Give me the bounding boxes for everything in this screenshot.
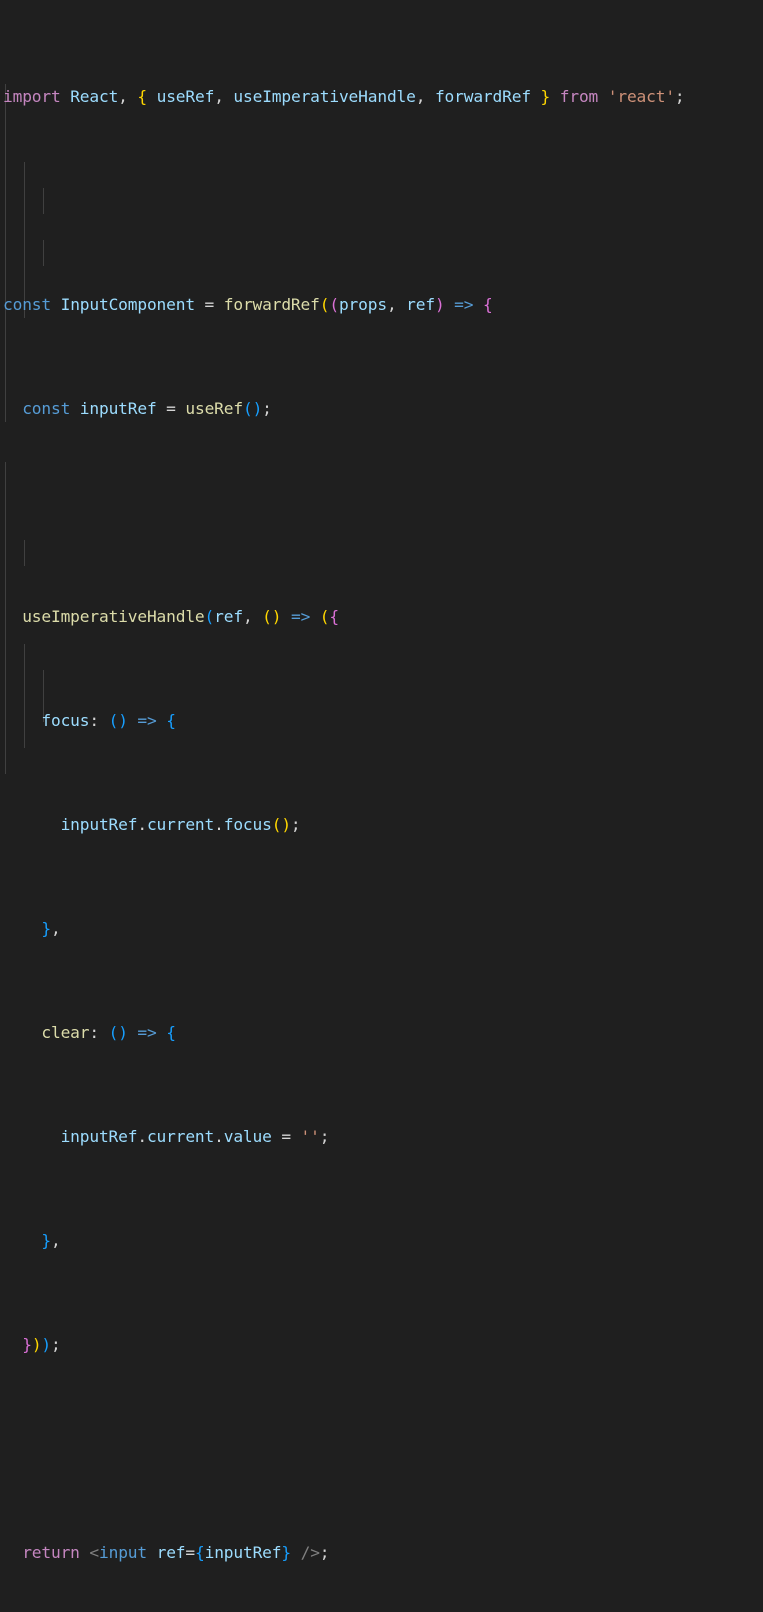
code-editor[interactable]: import React, { useRef, useImperativeHan…: [0, 0, 763, 1562]
code-line: }));: [22, 1335, 61, 1354]
token-string-react: 'react': [607, 87, 675, 106]
token-keyword-import: import: [3, 87, 61, 106]
code-line: },: [41, 1231, 61, 1250]
code-line: focus: () => {: [41, 711, 176, 730]
token-identifier-react: React: [70, 87, 119, 106]
code-line: inputRef.current.value = '';: [60, 1127, 330, 1146]
code-line: const InputComponent = forwardRef((props…: [3, 295, 493, 314]
code-line: const inputRef = useRef();: [22, 399, 272, 418]
code-line: useImperativeHandle(ref, () => ({: [22, 607, 339, 626]
code-line: clear: () => {: [41, 1023, 176, 1042]
token-identifier-inputcomponent: InputComponent: [60, 295, 195, 314]
code-line: import React, { useRef, useImperativeHan…: [3, 87, 685, 106]
code-content[interactable]: import React, { useRef, useImperativeHan…: [0, 0, 763, 1612]
code-line: return <input ref={inputRef} />;: [22, 1543, 330, 1562]
code-line: },: [41, 919, 61, 938]
code-line: inputRef.current.focus();: [60, 815, 301, 834]
